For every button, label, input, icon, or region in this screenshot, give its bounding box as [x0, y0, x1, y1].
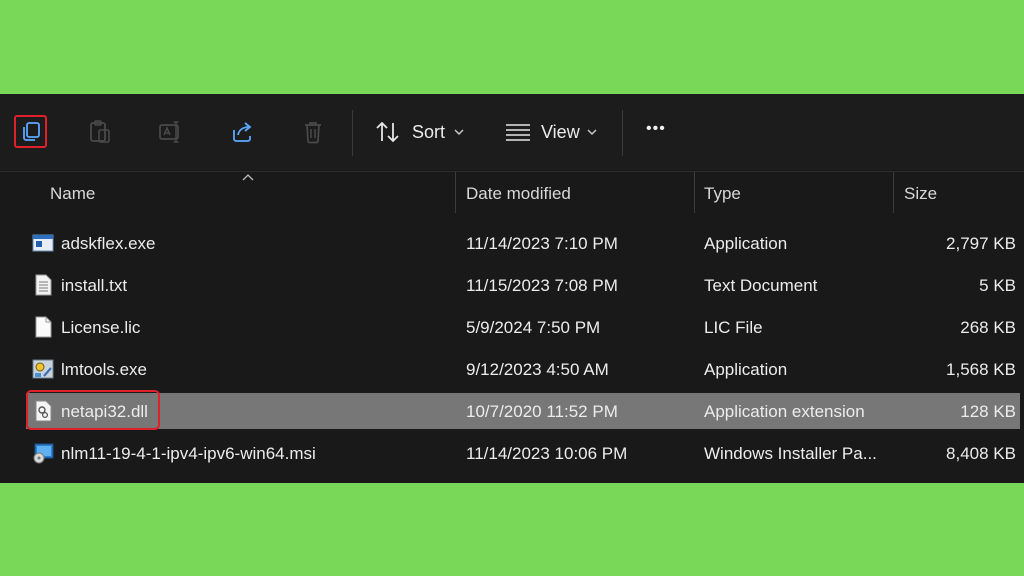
- file-row[interactable]: License.lic 5/9/2024 7:50 PM LIC File 26…: [26, 309, 1020, 345]
- rename-icon: [159, 121, 179, 143]
- chevron-down-icon: [587, 129, 597, 135]
- file-type: Application: [704, 360, 788, 379]
- column-separator[interactable]: [455, 172, 456, 213]
- toolbar-separator: [622, 110, 623, 156]
- column-header-row: Name Date modified Type Size: [0, 172, 1024, 213]
- file-row[interactable]: lmtools.exe 9/12/2023 4:50 AM Applicatio…: [26, 351, 1020, 387]
- file-size: 2,797 KB: [946, 234, 1016, 253]
- file-type: Application extension: [704, 402, 865, 421]
- paste-button[interactable]: [82, 114, 118, 150]
- column-separator[interactable]: [694, 172, 695, 213]
- tools-app-icon: [32, 359, 54, 379]
- more-options-button[interactable]: •••: [640, 116, 680, 148]
- more-icon: •••: [646, 120, 666, 137]
- command-bar: Sort View •••: [0, 94, 1024, 170]
- share-icon: [233, 122, 252, 142]
- file-name: License.lic: [61, 318, 141, 337]
- file-date: 5/9/2024 7:50 PM: [466, 318, 601, 337]
- sort-arrows-icon: [376, 121, 399, 143]
- file-row[interactable]: install.txt 11/15/2023 7:08 PM Text Docu…: [26, 267, 1020, 303]
- file-date: 11/14/2023 10:06 PM: [466, 444, 628, 463]
- file-name: nlm11-19-4-1-ipv4-ipv6-win64.msi: [61, 444, 316, 463]
- blank-file-icon: [35, 316, 52, 338]
- view-label: View: [541, 122, 580, 142]
- file-size: 268 KB: [960, 318, 1016, 337]
- share-button[interactable]: [224, 114, 260, 150]
- file-size: 128 KB: [960, 402, 1016, 421]
- column-header-date[interactable]: Date modified: [466, 184, 571, 204]
- column-header-name[interactable]: Name: [50, 184, 95, 204]
- exe-window-icon: [32, 234, 54, 252]
- sort-button[interactable]: Sort: [370, 112, 470, 152]
- text-file-icon: [35, 274, 52, 296]
- file-size: 5 KB: [979, 276, 1016, 295]
- file-name: adskflex.exe: [61, 234, 156, 253]
- selected-file-highlight-box: [26, 390, 160, 430]
- rename-button[interactable]: [153, 114, 189, 150]
- msi-installer-icon: [33, 443, 54, 464]
- file-date: 10/7/2020 11:52 PM: [466, 402, 618, 421]
- view-button[interactable]: View: [500, 112, 610, 152]
- file-explorer-panel: Sort View ••• Name Date modified Type Si…: [0, 94, 1024, 483]
- file-date: 11/14/2023 7:10 PM: [466, 234, 618, 253]
- view-lines-icon: [506, 124, 530, 141]
- file-type: LIC File: [704, 318, 763, 337]
- toolbar-separator: [352, 110, 353, 156]
- file-size: 8,408 KB: [946, 444, 1016, 463]
- file-name: lmtools.exe: [61, 360, 147, 379]
- column-separator[interactable]: [893, 172, 894, 213]
- file-type: Windows Installer Pa...: [704, 444, 877, 463]
- file-row-selected[interactable]: netapi32.dll 10/7/2020 11:52 PM Applicat…: [26, 393, 1020, 429]
- sort-label: Sort: [412, 122, 446, 142]
- file-type: Text Document: [704, 276, 818, 295]
- column-header-type[interactable]: Type: [704, 184, 741, 204]
- delete-button[interactable]: [295, 114, 331, 150]
- delete-icon: [305, 122, 321, 144]
- sort-caret-up-icon: [242, 174, 254, 181]
- chevron-down-icon: [454, 129, 464, 135]
- file-date: 11/15/2023 7:08 PM: [466, 276, 618, 295]
- file-name: install.txt: [61, 276, 128, 295]
- column-header-size[interactable]: Size: [904, 184, 937, 204]
- file-row[interactable]: adskflex.exe 11/14/2023 7:10 PM Applicat…: [26, 225, 1020, 261]
- paste-icon: [90, 120, 110, 143]
- file-date: 9/12/2023 4:50 AM: [466, 360, 609, 379]
- file-type: Application: [704, 234, 788, 253]
- copy-highlight-box: [14, 115, 47, 148]
- file-row[interactable]: nlm11-19-4-1-ipv4-ipv6-win64.msi 11/14/2…: [26, 435, 1020, 471]
- file-size: 1,568 KB: [946, 360, 1016, 379]
